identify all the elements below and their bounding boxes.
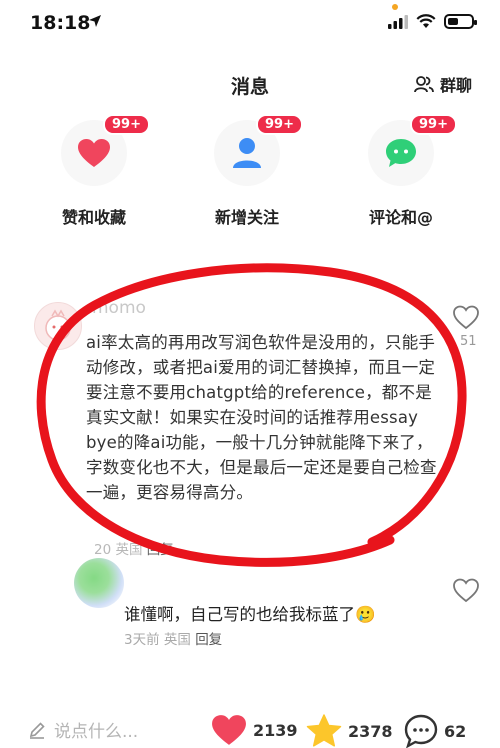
- comment-input-placeholder: 说点什么...: [54, 722, 139, 742]
- heart-outline-icon: [452, 577, 480, 603]
- heart-icon: [77, 138, 111, 168]
- comment-text: ai率太高的再用改写润色软件是没用的，只能手动修改，或者把ai爱用的词汇替换掉，…: [86, 333, 437, 502]
- chat-bubble-icon: [385, 138, 417, 168]
- notification-badge: 99+: [256, 114, 303, 135]
- battery-icon: [444, 14, 477, 29]
- comment-like-count: 51: [460, 334, 477, 349]
- likes-circle: 99+: [61, 114, 150, 186]
- favorites-button[interactable]: 2378: [306, 714, 393, 748]
- category-new-followers[interactable]: 99+ 新增关注: [172, 114, 322, 228]
- avatar[interactable]: [74, 558, 124, 608]
- category-label: 新增关注: [214, 208, 279, 227]
- reply-like-button[interactable]: [452, 577, 480, 603]
- comment-username[interactable]: momo: [92, 298, 146, 318]
- heart-outline-icon: [452, 304, 480, 330]
- followers-circle: 99+: [214, 114, 303, 186]
- reply-meta: 3天前 英国 回复: [124, 628, 222, 648]
- favorites-count: 2378: [348, 721, 393, 741]
- likes-button[interactable]: 2139: [211, 714, 298, 746]
- heart-icon: [211, 714, 247, 746]
- avatar[interactable]: [34, 302, 82, 350]
- comment-location: 英国: [115, 542, 143, 558]
- star-icon: [306, 714, 342, 748]
- likes-count: 2139: [253, 720, 298, 740]
- group-chat-button[interactable]: 群聊: [414, 72, 472, 96]
- comment-meta: 20 英国 回复: [94, 538, 174, 558]
- reply-text: 谁懂啊，自己写的也给我标蓝了🥲: [124, 601, 376, 625]
- category-label: 评论和@: [368, 208, 433, 227]
- category-label: 赞和收藏: [61, 208, 126, 227]
- reply-time: 3天前: [124, 632, 160, 648]
- navigation-arrow-icon: [88, 14, 102, 28]
- reply-reply-button[interactable]: 回复: [195, 632, 222, 648]
- comment-bubble-icon: [404, 714, 438, 748]
- comments-button[interactable]: 62: [404, 714, 466, 748]
- comment-reply-button[interactable]: 回复: [147, 542, 174, 558]
- status-icons: [388, 14, 477, 29]
- reply-text-body: 谁懂啊，自己写的也给我标蓝了: [124, 605, 355, 624]
- person-icon: [232, 137, 262, 169]
- category-likes-favorites[interactable]: 99+ 赞和收藏: [19, 114, 169, 228]
- comment-date: 20: [94, 542, 112, 558]
- group-chat-label: 群聊: [439, 76, 472, 95]
- comment-like-button[interactable]: [452, 304, 480, 330]
- reply-location: 英国: [163, 632, 191, 648]
- comments-count: 62: [444, 721, 467, 741]
- comments-circle: 99+: [368, 114, 457, 186]
- pencil-icon: [28, 721, 46, 739]
- status-time: 18:18: [30, 12, 91, 34]
- recording-dot: [392, 4, 398, 10]
- category-comments-mentions[interactable]: 99+ 评论和@: [326, 114, 476, 228]
- group-chat-icon: [414, 75, 434, 93]
- reply-emoji: 🥲: [355, 605, 376, 624]
- notification-badge: 99+: [103, 114, 150, 135]
- signal-icon: [388, 14, 408, 29]
- comment-input[interactable]: 说点什么...: [28, 717, 138, 742]
- notification-badge: 99+: [410, 114, 457, 135]
- wifi-icon: [416, 14, 436, 29]
